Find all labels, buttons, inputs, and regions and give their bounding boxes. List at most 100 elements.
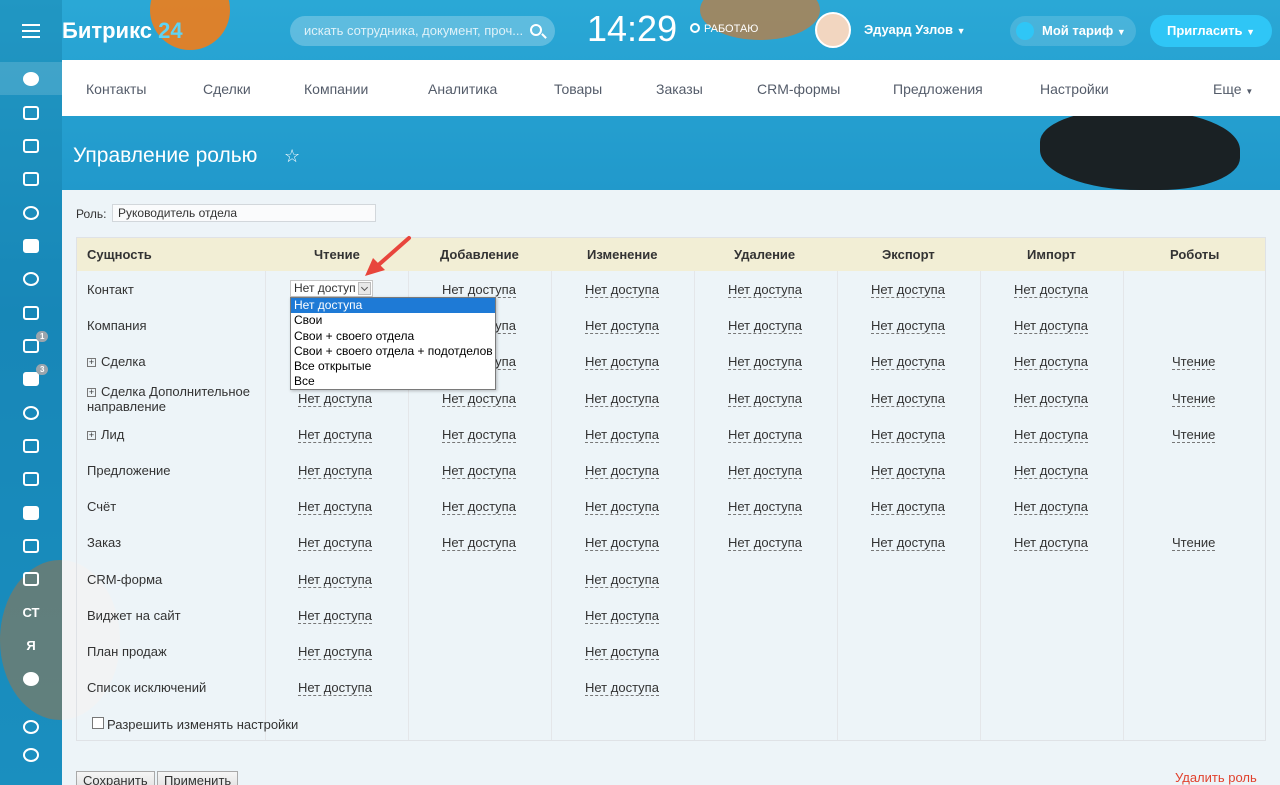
- tab-contacts[interactable]: Контакты: [86, 81, 146, 97]
- dropdown-option[interactable]: Свои + своего отдела: [291, 329, 495, 344]
- invite-button[interactable]: Пригласить ▼: [1150, 15, 1272, 47]
- permission-value[interactable]: Нет доступа: [298, 464, 372, 479]
- dropdown-option[interactable]: Все открытые: [291, 359, 495, 374]
- permission-value[interactable]: Нет доступа: [1014, 500, 1088, 516]
- permission-value[interactable]: Нет доступа: [442, 283, 516, 298]
- work-status[interactable]: РАБОТАЮ: [690, 23, 758, 35]
- permission-value[interactable]: Нет доступа: [871, 536, 945, 552]
- permission-value[interactable]: Нет доступа: [871, 319, 945, 335]
- dropdown-option[interactable]: Все: [291, 374, 495, 389]
- permission-value[interactable]: Чтение: [1172, 355, 1216, 371]
- sidebar-item-time[interactable]: [0, 396, 62, 429]
- permission-value[interactable]: Нет доступа: [298, 391, 372, 407]
- search-input[interactable]: искать сотрудника, документ, проч...: [290, 16, 555, 46]
- permission-value[interactable]: Нет доступа: [728, 283, 802, 298]
- sidebar-item-shop[interactable]: [0, 429, 62, 462]
- dropdown-option[interactable]: Свои + своего отдела + подотделов: [291, 344, 495, 359]
- permission-value[interactable]: Нет доступа: [871, 391, 945, 407]
- permission-value[interactable]: Нет доступа: [442, 391, 516, 407]
- permission-value[interactable]: Нет доступа: [298, 536, 372, 552]
- permission-value[interactable]: Чтение: [1172, 536, 1216, 552]
- permission-value[interactable]: Нет доступа: [585, 536, 659, 552]
- permission-value[interactable]: Нет доступа: [871, 283, 945, 298]
- entity-name[interactable]: + Сделка Дополнительное направление: [87, 384, 250, 414]
- permission-value[interactable]: Нет доступа: [585, 608, 659, 624]
- permission-value[interactable]: Нет доступа: [442, 427, 516, 443]
- permission-value[interactable]: Нет доступа: [298, 681, 372, 697]
- sidebar-item-inventory[interactable]: [0, 529, 62, 562]
- permission-value[interactable]: Нет доступа: [1014, 283, 1088, 298]
- permission-value[interactable]: Нет доступа: [585, 283, 659, 298]
- permission-value[interactable]: Нет доступа: [298, 645, 372, 660]
- permission-value[interactable]: Нет доступа: [1014, 319, 1088, 335]
- permission-value[interactable]: Нет доступа: [585, 645, 659, 660]
- save-button[interactable]: Сохранить: [76, 771, 155, 785]
- permission-value[interactable]: Нет доступа: [728, 536, 802, 552]
- expand-plus-icon[interactable]: +: [87, 430, 96, 440]
- tab-deals[interactable]: Сделки: [203, 81, 251, 97]
- star-icon[interactable]: ☆: [284, 146, 300, 167]
- sidebar-item-docs[interactable]: [0, 129, 62, 162]
- sidebar-item-apps[interactable]: [0, 496, 62, 529]
- sidebar-item-feed[interactable]: [0, 62, 62, 95]
- read-permission-select[interactable]: Нет доступ: [290, 280, 373, 297]
- sidebar-item-drive[interactable]: [0, 229, 62, 262]
- user-menu[interactable]: Эдуард Узлов ▼: [864, 22, 966, 37]
- permission-value[interactable]: Нет доступа: [298, 572, 372, 588]
- tab-analytics[interactable]: Аналитика: [428, 81, 497, 97]
- tab-settings[interactable]: Настройки: [1040, 81, 1109, 97]
- permission-value[interactable]: Нет доступа: [298, 500, 372, 516]
- permission-value[interactable]: Нет доступа: [585, 681, 659, 697]
- menu-burger-icon[interactable]: [22, 24, 40, 38]
- permission-value[interactable]: Нет доступа: [728, 464, 802, 479]
- tab-companies[interactable]: Компании: [304, 81, 368, 97]
- delete-role-link[interactable]: Удалить роль: [1175, 771, 1257, 785]
- sidebar-item-bot[interactable]: [0, 96, 62, 129]
- tab-more[interactable]: Еще ▼: [1213, 81, 1253, 97]
- permission-value[interactable]: Нет доступа: [585, 572, 659, 588]
- sidebar-item-mail[interactable]: 3: [0, 362, 62, 395]
- sidebar-item-goals[interactable]: [0, 196, 62, 229]
- permission-value[interactable]: Нет доступа: [871, 464, 945, 479]
- sidebar-item-knowledge[interactable]: [0, 162, 62, 195]
- permission-value[interactable]: Нет доступа: [1014, 427, 1088, 443]
- permission-value[interactable]: Нет доступа: [442, 536, 516, 552]
- permission-value[interactable]: Нет доступа: [585, 319, 659, 335]
- tab-products[interactable]: Товары: [554, 81, 602, 97]
- search-button[interactable]: [524, 16, 554, 46]
- permission-value[interactable]: Нет доступа: [585, 355, 659, 371]
- permission-value[interactable]: Чтение: [1172, 391, 1216, 407]
- permission-value[interactable]: Нет доступа: [871, 500, 945, 516]
- permission-value[interactable]: Нет доступа: [871, 355, 945, 371]
- permission-value[interactable]: Нет доступа: [1014, 355, 1088, 371]
- sidebar-item-ya[interactable]: Я: [0, 629, 62, 662]
- entity-name[interactable]: + Лид: [87, 427, 124, 442]
- permission-value[interactable]: Нет доступа: [728, 500, 802, 516]
- dropdown-option[interactable]: Свои: [291, 313, 495, 328]
- permission-value[interactable]: Нет доступа: [442, 500, 516, 516]
- sidebar-item-tasks[interactable]: 1: [0, 329, 62, 362]
- permission-value[interactable]: Нет доступа: [585, 391, 659, 407]
- expand-plus-icon[interactable]: +: [87, 358, 96, 368]
- permission-value[interactable]: Нет доступа: [1014, 464, 1088, 479]
- permission-value[interactable]: Нет доступа: [298, 427, 372, 443]
- tab-orders[interactable]: Заказы: [656, 81, 703, 97]
- permission-value[interactable]: Нет доступа: [298, 608, 372, 624]
- allow-settings-checkbox[interactable]: [92, 717, 104, 729]
- role-name-input[interactable]: Руководитель отдела: [112, 204, 376, 222]
- permission-value[interactable]: Нет доступа: [728, 355, 802, 371]
- expand-plus-icon[interactable]: +: [87, 387, 96, 397]
- tariff-button[interactable]: Мой тариф ▼: [1010, 16, 1136, 46]
- apply-button[interactable]: Применить: [157, 771, 239, 785]
- tab-offers[interactable]: Предложения: [893, 81, 983, 97]
- entity-name[interactable]: + Сделка: [87, 354, 146, 369]
- sidebar-item-gear[interactable]: [0, 738, 62, 771]
- sidebar-item-more[interactable]: [0, 662, 62, 695]
- sidebar-item-st[interactable]: СТ: [0, 596, 62, 629]
- logo[interactable]: Битрикс 24: [62, 18, 183, 44]
- sidebar-item-analytics[interactable]: [0, 296, 62, 329]
- sidebar-item-settings[interactable]: [0, 562, 62, 595]
- permission-value[interactable]: Нет доступа: [728, 319, 802, 335]
- permission-value[interactable]: Чтение: [1172, 427, 1216, 443]
- permission-value[interactable]: Нет доступа: [585, 500, 659, 516]
